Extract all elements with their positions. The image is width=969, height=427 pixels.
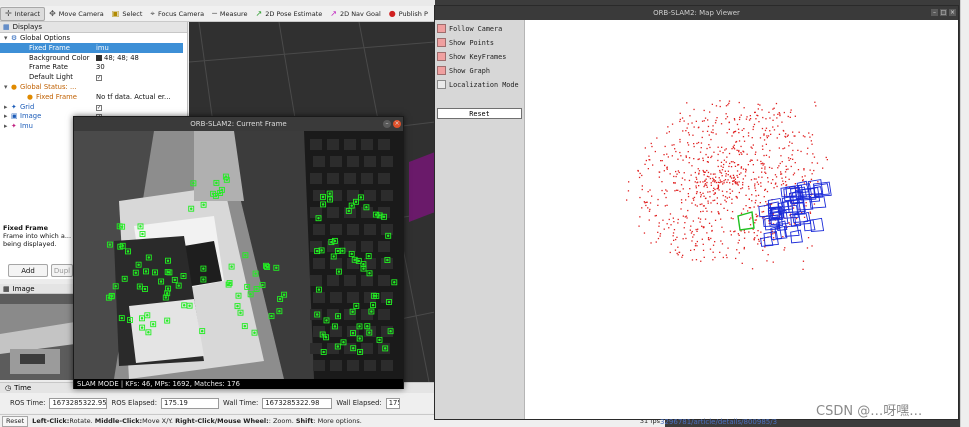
tree-row-grid[interactable]: ▸ ✦ Grid ✓ [0, 102, 183, 112]
fixed-frame-status-icon: ● [27, 92, 33, 101]
expand-icon[interactable]: ▾ [4, 34, 7, 42]
map-reset-button[interactable]: Reset [437, 108, 522, 119]
interact-icon: ✛ [5, 8, 12, 18]
checkbox[interactable] [437, 52, 446, 61]
nav-goal-icon: ↗ [330, 8, 337, 18]
global-options-icon: ⚙ [11, 34, 18, 42]
imu-icon: ✦ [11, 122, 17, 131]
checkbox[interactable] [437, 80, 446, 89]
checkbox[interactable] [437, 66, 446, 75]
expand-icon[interactable]: ▸ [4, 122, 7, 130]
description-text: Frame into which a... being displayed. [3, 232, 72, 248]
displays-icon: ▦ [3, 23, 10, 31]
map-viewer-sidebar: Follow Camera Show Points Show KeyFrames Sh… [435, 20, 525, 419]
map-option-show-graph[interactable]: Show Graph [437, 65, 490, 76]
color-swatch[interactable] [96, 54, 102, 61]
maximize-icon[interactable]: □ [940, 9, 947, 16]
ros-time-label: ROS Time: [10, 399, 46, 407]
duplicate-display-button[interactable]: Dupl [51, 264, 73, 277]
expand-icon[interactable]: ▸ [4, 112, 7, 120]
add-display-button[interactable]: Add [8, 264, 48, 277]
tree-row-background-color[interactable]: Background Color 48; 48; 48 [0, 53, 183, 63]
grid-icon: ✦ [11, 102, 17, 111]
tool-interact[interactable]: ✛ Interact [0, 6, 46, 21]
description-title: Fixed Frame [3, 224, 48, 232]
current-frame-title: ORB-SLAM2: Current Frame [190, 120, 287, 128]
map-option-show-keyframes[interactable]: Show KeyFrames [437, 51, 506, 62]
tool-focus-camera[interactable]: ⌖ Focus Camera [146, 7, 208, 21]
close-icon[interactable]: × [393, 120, 401, 128]
image-panel [0, 294, 75, 380]
wall-elapsed-field: 175 [385, 397, 400, 409]
current-frame-window[interactable]: ORB-SLAM2: Current Frame – × SLAM MODE |… [73, 116, 404, 389]
checkbox[interactable] [437, 38, 446, 47]
time-icon: ◷ [5, 384, 12, 392]
tree-row-global-options[interactable]: ▾ ⚙ Global Options [0, 33, 183, 43]
tool-publish-p[interactable]: ● Publish P [385, 7, 432, 21]
point-cloud-render [626, 100, 832, 270]
wall-time-field: 1673285322.98 [262, 397, 333, 409]
expand-icon[interactable]: ▾ [4, 83, 7, 91]
measure-icon: ─ [212, 8, 217, 18]
tool-2d-pose-estimate[interactable]: ↗ 2D Pose Estimate [252, 7, 327, 21]
pose-estimate-icon: ↗ [255, 8, 263, 18]
expand-icon[interactable]: ▸ [4, 103, 7, 111]
wall-elapsed-label: Wall Elapsed: [336, 399, 382, 407]
tool-2d-nav-goal[interactable]: ↗ 2D Nav Goal [326, 7, 384, 21]
image-panel-camera-view [0, 294, 75, 380]
image-panel-icon: ▦ [3, 284, 10, 293]
grid-checkbox[interactable]: ✓ [96, 104, 102, 111]
tool-select[interactable]: ▣ Select [108, 7, 147, 21]
image-panel-title: ▦ Image [0, 284, 75, 294]
footer-link[interactable]: 3296781/article/details/800985/3 [660, 418, 777, 426]
tree-row-default-light[interactable]: Default Light ✓ [0, 72, 183, 82]
map-viewer-titlebar[interactable]: ORB-SLAM2: Map Viewer – □ × [435, 6, 958, 20]
map-option-localization-mode[interactable]: Localization Mode [437, 79, 519, 90]
displays-panel-title: ▦ Displays [0, 22, 187, 33]
map-viewer-window[interactable]: ORB-SLAM2: Map Viewer – □ × Follow Camer… [434, 5, 959, 420]
tree-row-frame-rate[interactable]: Frame Rate 30 [0, 62, 183, 72]
close-icon[interactable]: × [949, 9, 956, 16]
current-camera [737, 211, 755, 231]
ros-elapsed-label: ROS Elapsed: [111, 399, 158, 407]
csdn-watermark: CSDN @…呀嘿… [816, 404, 923, 419]
current-frame-titlebar[interactable]: ORB-SLAM2: Current Frame – × [74, 117, 403, 131]
wall-time-label: Wall Time: [223, 399, 259, 407]
slam-status-bar: SLAM MODE | KFs: 46, MPs: 1692, Matches:… [74, 379, 403, 389]
move-camera-icon: ✥ [49, 8, 56, 18]
focus-camera-icon: ⌖ [150, 8, 155, 18]
minimize-icon[interactable]: – [383, 120, 391, 128]
ros-time-field: 1673285322.95 [49, 397, 108, 409]
tool-measure[interactable]: ─ Measure [208, 7, 251, 21]
ros-elapsed-field: 175.19 [161, 397, 220, 409]
select-icon: ▣ [111, 8, 120, 18]
imu-marker [409, 152, 435, 222]
keyframes [758, 179, 832, 247]
map-viewer-title: ORB-SLAM2: Map Viewer [653, 9, 740, 17]
tree-row-fixed-frame[interactable]: Fixed Frame imu [0, 42, 183, 53]
publish-point-icon: ● [388, 8, 396, 18]
right-edge-panel [960, 0, 969, 427]
camera-frame-render [74, 131, 403, 379]
time-panel: ROS Time: 1673285322.95 ROS Elapsed: 175… [0, 393, 435, 413]
property-description: Fixed Frame Frame into which a... being … [0, 222, 75, 260]
default-light-checkbox[interactable]: ✓ [96, 75, 102, 82]
image-icon: ▣ [11, 112, 18, 121]
global-status-icon: ● [11, 83, 17, 91]
map-viewer-canvas[interactable] [526, 20, 958, 419]
current-frame-image [74, 131, 403, 379]
rviz-reset-button[interactable]: Reset [2, 415, 29, 427]
checkbox[interactable] [437, 24, 446, 33]
tools-toolbar: ✛ Interact ✥ Move Camera ▣ Select ⌖ Focus Camer… [0, 6, 435, 22]
minimize-icon[interactable]: – [931, 9, 938, 16]
tree-row-global-status[interactable]: ▾ ● Global Status: ... [0, 82, 183, 92]
tree-row-fixed-frame-status[interactable]: ● Fixed Frame No tf data. Actual er... [0, 92, 183, 102]
map-option-show-points[interactable]: Show Points [437, 37, 494, 48]
map-option-follow-camera[interactable]: Follow Camera [437, 23, 502, 34]
tool-move-camera[interactable]: ✥ Move Camera [45, 7, 108, 21]
